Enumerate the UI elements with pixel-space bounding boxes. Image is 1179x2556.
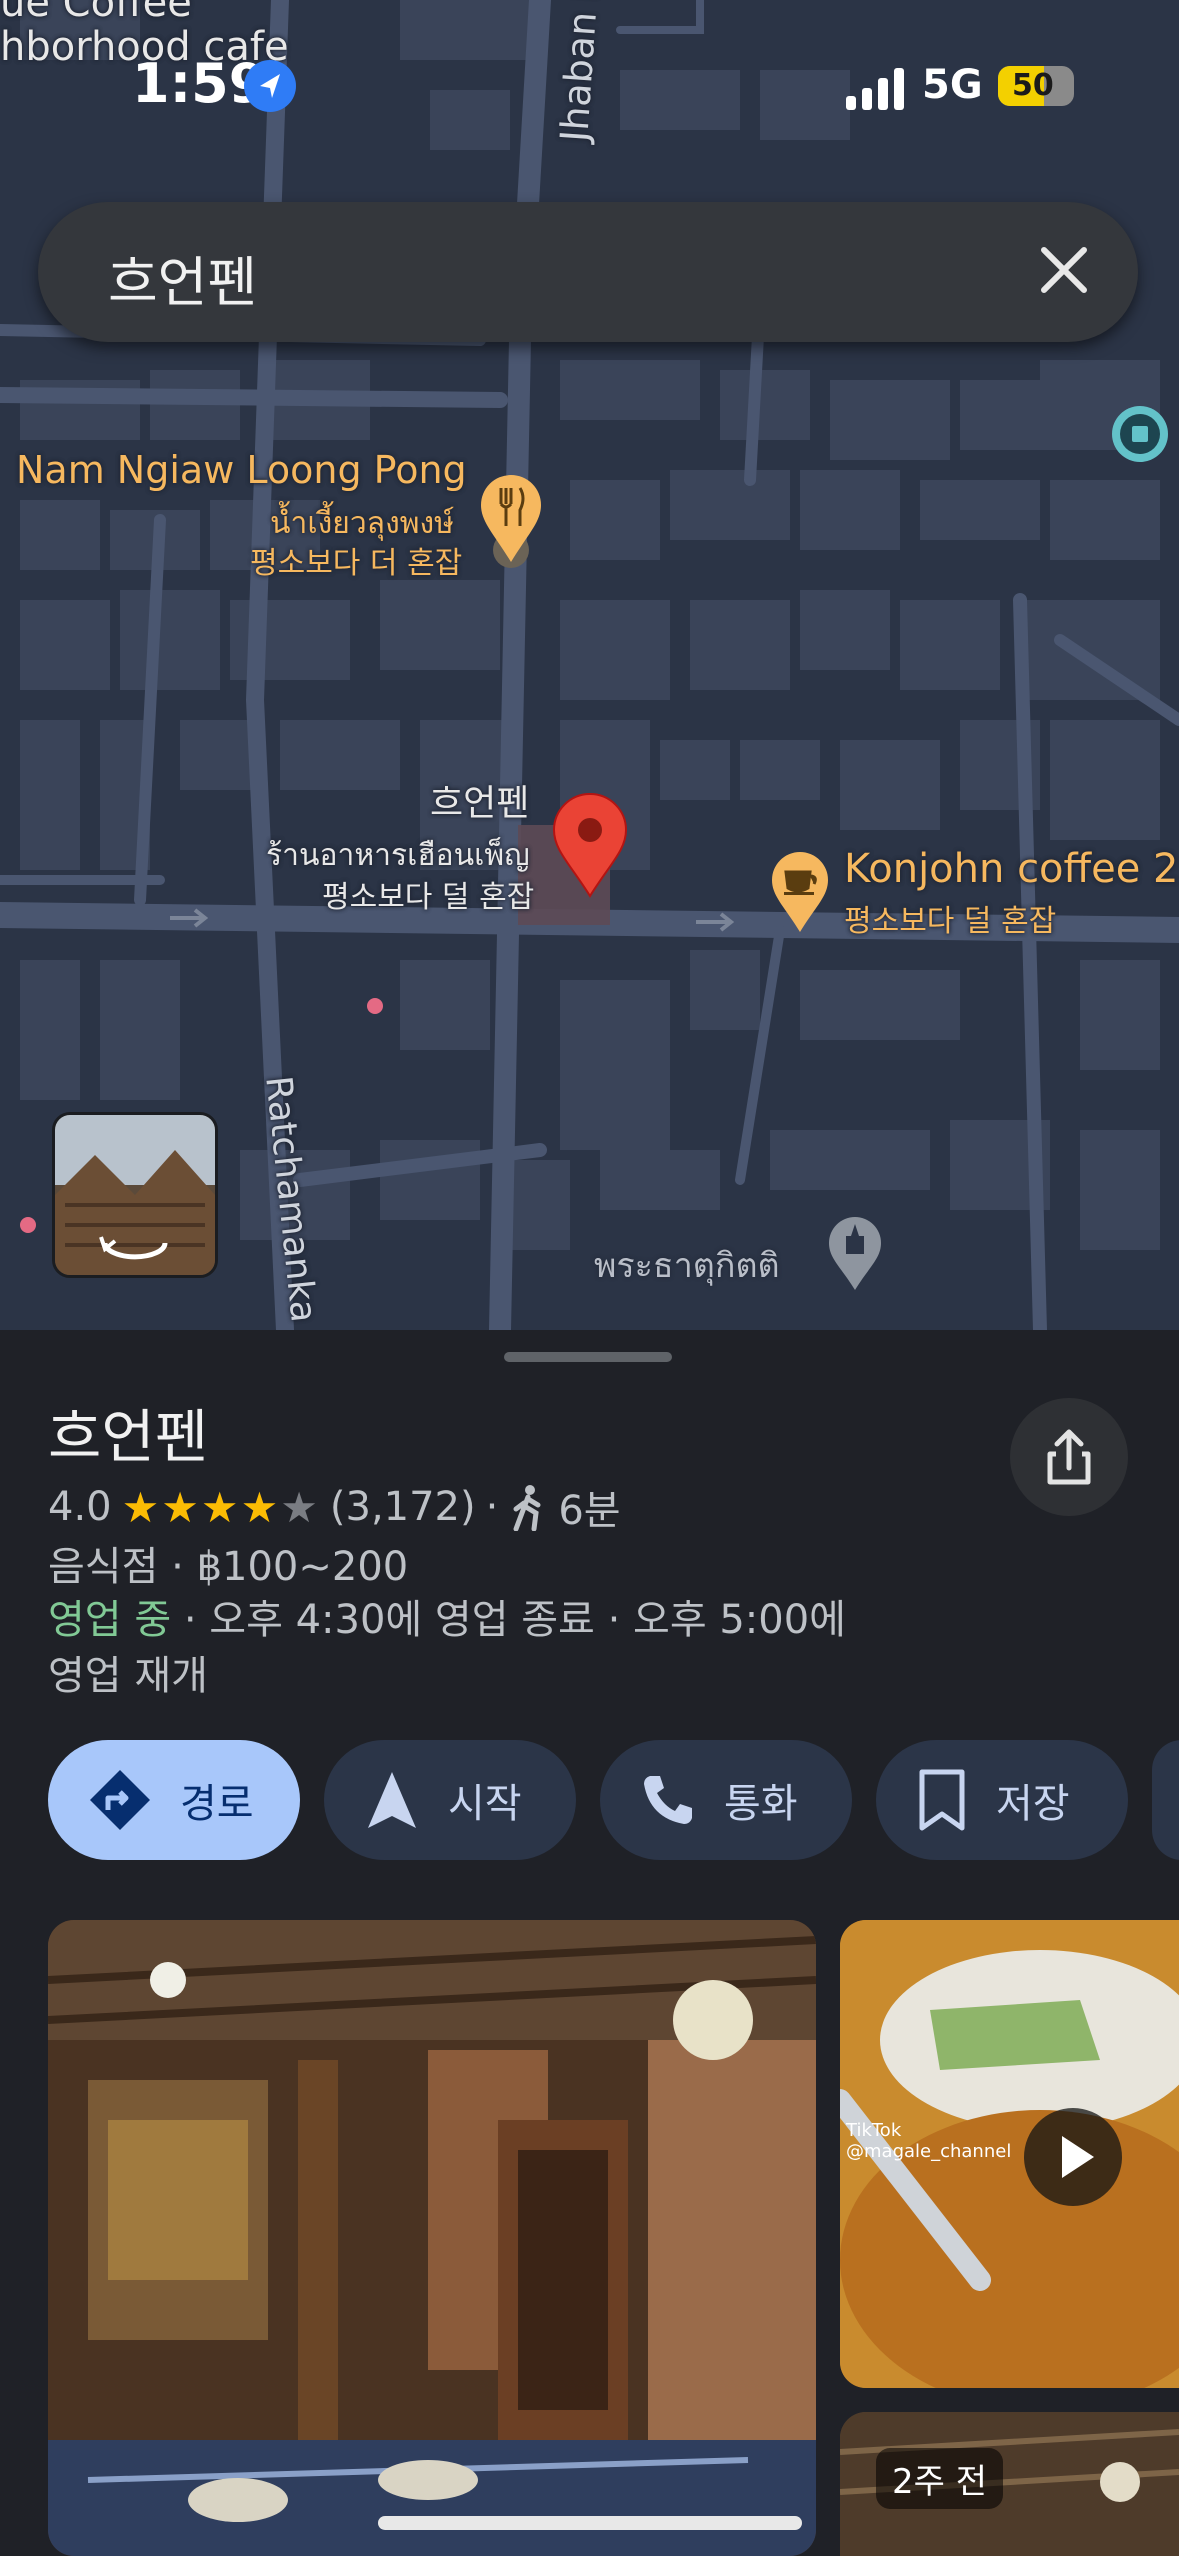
closing-time: 오후 4:30에 영업 종료 — [209, 1597, 595, 1643]
price-range: ฿100~200 — [196, 1544, 409, 1590]
start-button[interactable]: 시작 — [324, 1740, 576, 1860]
category-price: 음식점 · ฿100~200 — [48, 1544, 409, 1590]
sheet-drag-handle[interactable] — [504, 1352, 672, 1362]
rating-row[interactable]: 4.0 ★★★★★ (3,172) · 6분 — [48, 1478, 621, 1536]
call-label: 통화 — [724, 1781, 798, 1827]
hours-info[interactable]: 영업 중 · 오후 4:30에 영업 종료 · 오후 5:00에 영업 재개 — [48, 1592, 1008, 1704]
place-map-label: 흐언펜 — [430, 783, 530, 824]
network-type: 5G — [922, 62, 983, 108]
poi-nam-ngiaw-busy: 평소보다 더 혼잡 — [250, 546, 463, 581]
action-buttons: 경로 시작 통화 저장 — [48, 1740, 1179, 1860]
play-button[interactable] — [1024, 2108, 1122, 2206]
cellular-signal-icon — [846, 68, 904, 110]
photo-age-badge: 2주 전 — [876, 2448, 1003, 2509]
star-rating: ★★★★★ — [121, 1482, 320, 1532]
interior-photo — [48, 1920, 816, 2556]
open-status: 영업 중 — [48, 1597, 172, 1643]
tiktok-username: @magale_channel — [846, 2141, 1012, 2162]
transit-stop-icon[interactable] — [1110, 404, 1170, 464]
directions-button[interactable]: 경로 — [48, 1740, 300, 1860]
poi-nam-ngiaw-name[interactable]: Nam Ngiaw Loong Pong — [16, 448, 467, 492]
status-bar: 1:59 5G 50 — [0, 0, 1179, 180]
tiktok-watermark: TikTok @magale_channel — [846, 2120, 1011, 2162]
save-button[interactable]: 저장 — [876, 1740, 1128, 1860]
directions-icon — [90, 1770, 150, 1830]
selected-place-pin-icon[interactable] — [550, 792, 630, 902]
phone-icon — [644, 1776, 692, 1824]
share-icon — [1047, 1429, 1091, 1485]
battery-level: 50 — [1012, 68, 1054, 103]
coffee-pin-icon[interactable] — [768, 848, 832, 936]
reopen-text: 영업 재개 — [48, 1653, 208, 1699]
directions-label: 경로 — [180, 1781, 254, 1827]
walking-icon — [513, 1485, 541, 1531]
place-category: 음식점 — [48, 1544, 159, 1590]
clear-search-icon[interactable] — [1028, 234, 1100, 306]
tiktok-logo-text: TikTok — [846, 2120, 902, 2141]
map-view[interactable]: ue Coffee hborhood cafe Jhaban Rd Nam Ng… — [0, 0, 1179, 1330]
poi-temple-name[interactable]: พระธาตุกิตติ — [594, 1238, 780, 1292]
street-view-thumbnail[interactable] — [52, 1112, 218, 1278]
temple-pin-icon[interactable] — [826, 1214, 884, 1294]
home-indicator[interactable] — [378, 2516, 802, 2530]
search-query[interactable]: 흐언펜 — [108, 238, 257, 317]
walk-time: 6분 — [558, 1488, 621, 1534]
reopen-time: 오후 5:00에 — [633, 1597, 846, 1643]
bookmark-icon — [919, 1769, 965, 1831]
share-button[interactable] — [1010, 1398, 1128, 1516]
search-bar[interactable]: 흐언펜 — [38, 202, 1138, 342]
poi-konjohn-name[interactable]: Konjohn coffee 2 — [844, 846, 1178, 892]
separator-dot: · — [485, 1484, 499, 1530]
battery-icon: 50 — [998, 66, 1074, 106]
play-icon — [1062, 2136, 1094, 2178]
review-count[interactable]: (3,172) — [330, 1484, 476, 1530]
location-arrow-icon — [244, 60, 296, 112]
place-photo-main[interactable] — [48, 1920, 816, 2556]
place-title: 흐언펜 — [48, 1403, 209, 1471]
place-map-busy: 평소보다 덜 혼잡 — [322, 880, 535, 915]
restaurant-pin-icon[interactable] — [476, 470, 546, 570]
call-button[interactable]: 통화 — [600, 1740, 852, 1860]
start-label: 시작 — [448, 1781, 522, 1827]
navigation-arrow-icon — [368, 1772, 416, 1828]
more-actions-button[interactable] — [1152, 1740, 1179, 1860]
rating-value: 4.0 — [48, 1484, 112, 1530]
save-label: 저장 — [996, 1781, 1070, 1827]
poi-konjohn-busy: 평소보다 덜 혼잡 — [844, 904, 1057, 939]
